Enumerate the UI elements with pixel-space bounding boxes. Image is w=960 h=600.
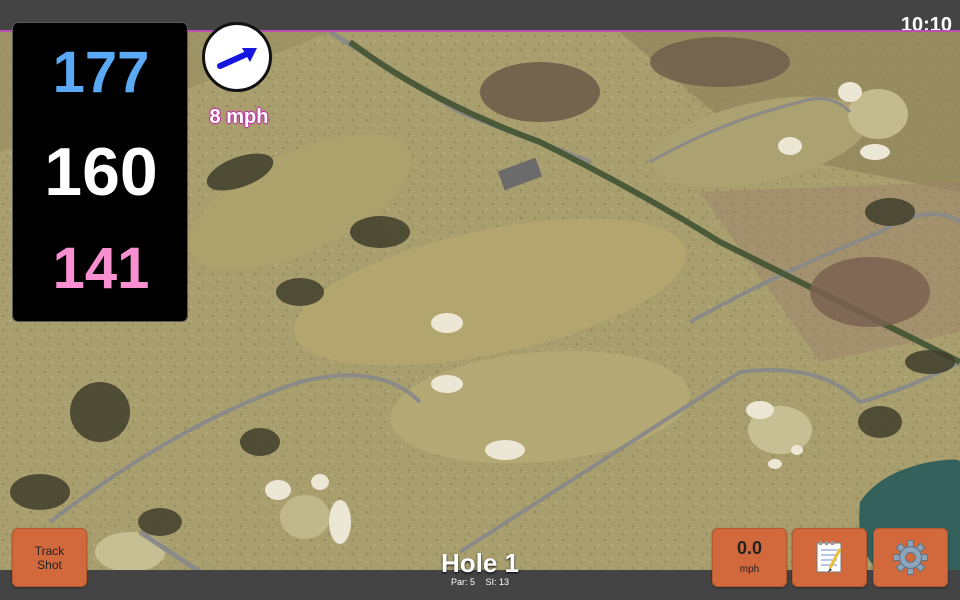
track-shot-label-line1: Track [34, 544, 65, 558]
settings-button[interactable] [873, 528, 948, 587]
wind-speed-label: 8 mph [209, 106, 269, 128]
center-distance: 160 [44, 134, 158, 210]
hole-title: Hole 1 [440, 548, 520, 578]
par-label: Par: 5 [450, 577, 475, 587]
front-distance: 141 [52, 236, 150, 301]
distance-panel: 177 160 141 [12, 22, 188, 322]
back-distance: 177 [52, 40, 150, 105]
stroke-index-label: SI: 13 [485, 577, 510, 587]
hole-info: Par: 5 SI: 13 [380, 577, 580, 587]
notepad-icon [816, 541, 842, 573]
speed-value: 0.0 [736, 538, 763, 558]
track-shot-label-line2: Shot [37, 558, 62, 572]
wind-arrow-icon [217, 48, 257, 69]
notes-button[interactable] [792, 528, 867, 587]
speed-button[interactable]: 0.0 mph [712, 528, 787, 587]
track-shot-label: Track Shot [12, 544, 87, 572]
gear-icon [893, 540, 928, 575]
wind-indicator [202, 22, 272, 92]
speed-unit: mph [739, 564, 760, 575]
track-shot-button[interactable]: Track Shot [12, 528, 87, 587]
